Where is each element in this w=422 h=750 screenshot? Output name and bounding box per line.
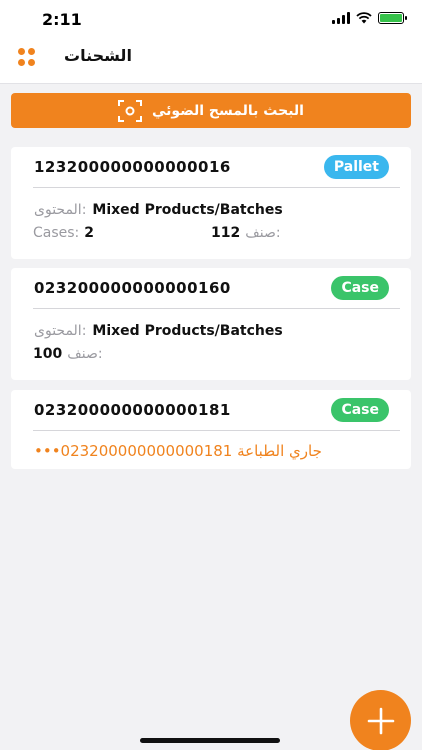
divider [33,308,400,309]
cases-value: 2 [84,225,95,241]
plus-icon [367,707,394,734]
type-badge: Case [331,398,389,422]
content-value: Mixed Products/Batches [92,202,283,218]
card-header: 123200000000000016 Pallet [11,147,411,187]
sku-value: 112 [211,225,241,241]
card-header: 023200000000000181 Case [11,390,411,430]
card-header: 023200000000000160 Case [11,268,411,308]
shipment-card[interactable]: 023200000000000160 Case المحتوى: Mixed P… [11,268,411,380]
signal-icon [332,12,350,24]
sku-value: 100 [33,346,63,362]
meta-row: Cases: 2 112 صنف: [11,225,411,247]
page-title: الشحنات [64,46,132,65]
cases-cell: Cases: 2 [33,225,94,241]
add-shipment-button[interactable] [350,690,411,750]
cases-label: Cases: [33,225,80,241]
scan-search-button[interactable]: البحث بالمسح الضوئي [11,93,411,128]
content-label: المحتوى: [34,323,87,339]
scan-frame-icon [118,99,142,122]
type-badge: Pallet [323,155,389,179]
wifi-icon [356,12,372,24]
content-value: Mixed Products/Batches [92,323,283,339]
nav-bar: الشحنات [0,40,422,84]
shipment-card[interactable]: 023200000000000181 Case •••جاري الطباعة … [11,390,411,469]
shipment-code: 123200000000000016 [34,158,231,176]
content-row: المحتوى: Mixed Products/Batches [11,323,411,339]
scan-search-label: البحث بالمسح الضوئي [152,102,304,119]
shipment-card[interactable]: 123200000000000016 Pallet المحتوى: Mixed… [11,147,411,259]
sku-label: صنف: [67,346,103,362]
status-bar: 2:11 [0,0,422,40]
printing-status: •••جاري الطباعة 023200000000000181 [34,442,322,460]
status-icons [332,12,407,24]
status-time: 2:11 [42,10,82,29]
sku-label: صنف: [245,225,281,241]
content-label: المحتوى: [34,202,87,218]
meta-row: 100 صنف: [11,346,411,368]
divider [33,430,400,431]
type-badge: Case [331,276,389,300]
grid-dots-icon[interactable] [18,48,36,66]
sku-cell: 112 صنف: [211,225,281,241]
sku-cell: 100 صنف: [33,346,103,362]
battery-icon [378,12,407,24]
home-indicator [140,738,280,743]
shipment-code: 023200000000000181 [34,401,231,419]
content-row: المحتوى: Mixed Products/Batches [11,202,411,218]
shipment-code: 023200000000000160 [34,279,231,297]
divider [33,187,400,188]
